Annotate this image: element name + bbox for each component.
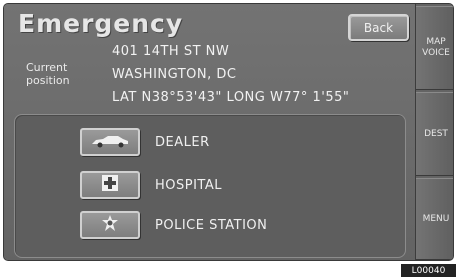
figure-code: L00040 xyxy=(401,264,456,277)
back-button[interactable]: Back xyxy=(348,14,409,41)
police-station-button[interactable] xyxy=(80,211,140,239)
police-station-label: POLICE STATION xyxy=(155,217,268,233)
address-line-2: WASHINGTON, DC xyxy=(112,67,237,82)
category-row-police: POLICE STATION xyxy=(80,211,267,239)
hospital-label: HOSPITAL xyxy=(155,177,223,193)
dealer-label: DEALER xyxy=(155,134,210,150)
current-position-label-line1: Current xyxy=(26,61,68,74)
coordinates-readout: LAT N38°53'43" LONG W77° 1'55" xyxy=(112,90,350,105)
hospital-button[interactable] xyxy=(80,171,140,199)
current-position-label: Current position xyxy=(26,61,70,87)
category-row-dealer: DEALER xyxy=(80,128,210,156)
dealer-button[interactable] xyxy=(80,128,140,156)
dest-button[interactable]: DEST xyxy=(416,92,453,176)
map-voice-label-line2: VOICE xyxy=(422,48,450,58)
current-position-label-line2: position xyxy=(26,74,70,87)
map-voice-button[interactable]: MAP VOICE xyxy=(416,6,453,90)
category-row-hospital: HOSPITAL xyxy=(80,171,222,199)
police-badge-icon xyxy=(102,215,118,235)
address-line-1: 401 14TH ST NW xyxy=(112,44,230,59)
page-title: Emergency xyxy=(18,9,184,38)
category-panel: DEALER HOSPITAL POLICE STATION xyxy=(14,114,406,258)
nav-screen: Emergency Back Current position 401 14TH… xyxy=(3,3,454,261)
map-voice-label-line1: MAP xyxy=(426,37,446,47)
side-menu: MAP VOICE DEST MENU xyxy=(415,4,453,260)
car-icon xyxy=(90,133,130,152)
menu-button[interactable]: MENU xyxy=(416,178,453,260)
main-area: Emergency Back Current position 401 14TH… xyxy=(4,4,415,260)
hospital-cross-icon xyxy=(102,175,118,195)
